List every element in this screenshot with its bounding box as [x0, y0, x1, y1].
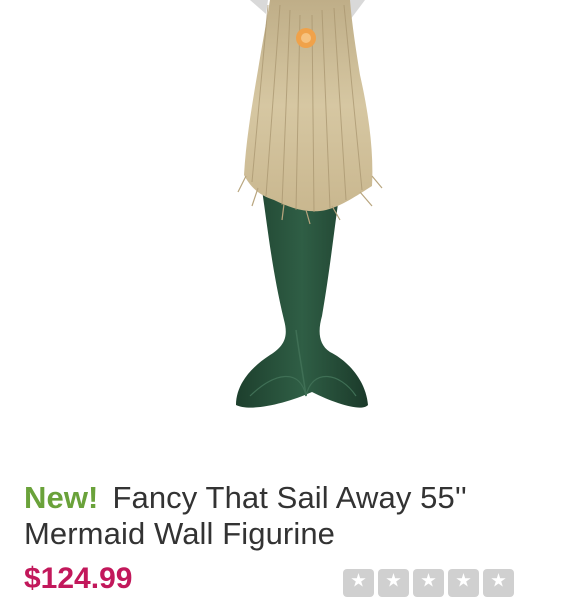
star-icon[interactable] — [413, 569, 444, 597]
star-icon[interactable] — [343, 569, 374, 597]
product-price: $124.99 — [24, 562, 133, 595]
star-icon[interactable] — [378, 569, 409, 597]
new-badge: New! — [24, 480, 99, 515]
star-icon[interactable] — [483, 569, 514, 597]
star-rating[interactable] — [343, 569, 514, 597]
star-icon[interactable] — [448, 569, 479, 597]
product-title[interactable]: New! Fancy That Sail Away 55'' Mermaid Wa… — [24, 480, 564, 552]
mermaid-tail — [236, 190, 368, 408]
mermaid-figurine — [236, 0, 383, 408]
product-image[interactable] — [0, 0, 580, 470]
